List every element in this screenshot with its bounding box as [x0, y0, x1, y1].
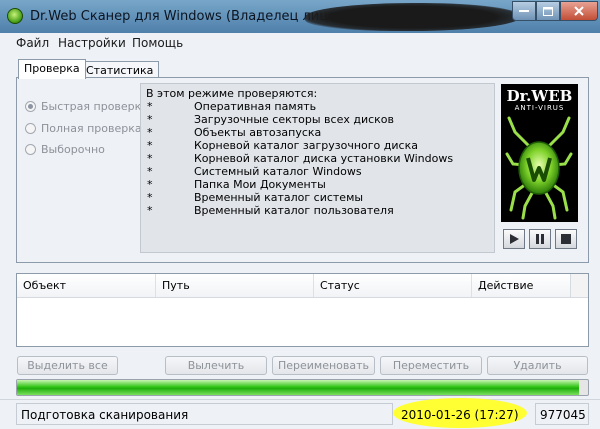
radio-quick-scan[interactable]: Быстрая проверка: [25, 100, 148, 113]
spider-icon: [505, 116, 573, 220]
title-bar[interactable]: Dr.Web Сканер для Windows (Владелец лице…: [0, 0, 600, 33]
menu-settings[interactable]: Настройки: [58, 36, 126, 50]
redaction-scribble: [305, 3, 520, 31]
radio-custom-scan[interactable]: Выборочно: [25, 143, 105, 156]
minimize-button[interactable]: [512, 1, 536, 21]
status-date: 2010-01-26 (17:27): [401, 408, 519, 422]
stop-scan-button[interactable]: [555, 229, 577, 249]
header-scroll-stub: [570, 274, 588, 297]
status-text: Подготовка сканирования: [16, 403, 393, 425]
progress-fill: [17, 380, 580, 395]
maximize-button[interactable]: [536, 1, 560, 21]
start-scan-button[interactable]: [503, 229, 525, 249]
menu-file[interactable]: Файл: [16, 36, 49, 50]
stop-icon: [561, 234, 571, 244]
close-button[interactable]: [560, 1, 598, 21]
play-icon: [510, 234, 519, 244]
radio-button[interactable]: [25, 123, 36, 134]
close-icon: [574, 6, 584, 16]
info-heading: В этом режиме проверяются:: [146, 87, 318, 100]
status-count: 977045: [535, 403, 589, 425]
scan-info-box: В этом режиме проверяются: * Оперативная …: [140, 83, 495, 253]
radio-label: Полная проверка: [41, 122, 142, 135]
delete-button[interactable]: Удалить: [487, 356, 588, 375]
column-action[interactable]: Действие: [472, 274, 571, 297]
radio-label: Выборочно: [41, 143, 105, 156]
minimize-icon: [519, 10, 529, 12]
column-path[interactable]: Путь: [156, 274, 314, 297]
pause-icon: [536, 234, 544, 244]
move-button[interactable]: Переместить: [380, 356, 482, 375]
pause-scan-button[interactable]: [529, 229, 551, 249]
cure-button[interactable]: Вылечить: [165, 356, 267, 375]
drweb-scanner-window: Dr.Web Сканер для Windows (Владелец лице…: [0, 0, 600, 429]
maximize-icon: [543, 6, 553, 16]
menu-help[interactable]: Помощь: [132, 36, 183, 50]
results-table[interactable]: Объект Путь Статус Действие: [16, 273, 589, 347]
column-object[interactable]: Объект: [17, 274, 156, 297]
tab-scan[interactable]: Проверка: [18, 59, 86, 79]
radio-full-scan[interactable]: Полная проверка: [25, 122, 142, 135]
drweb-spider-icon: [7, 8, 23, 24]
radio-button[interactable]: [25, 101, 36, 112]
column-status[interactable]: Статус: [314, 274, 472, 297]
radio-button[interactable]: [25, 144, 36, 155]
menu-bar: Файл Настройки Помощь: [0, 33, 600, 53]
drweb-logo: Dr.WEB ANTI-VIRUS: [501, 84, 578, 222]
rename-button[interactable]: Переименовать: [272, 356, 375, 375]
radio-label: Быстрая проверка: [41, 100, 149, 113]
scan-progress-bar: [16, 379, 589, 396]
select-all-button[interactable]: Выделить все: [17, 356, 118, 375]
